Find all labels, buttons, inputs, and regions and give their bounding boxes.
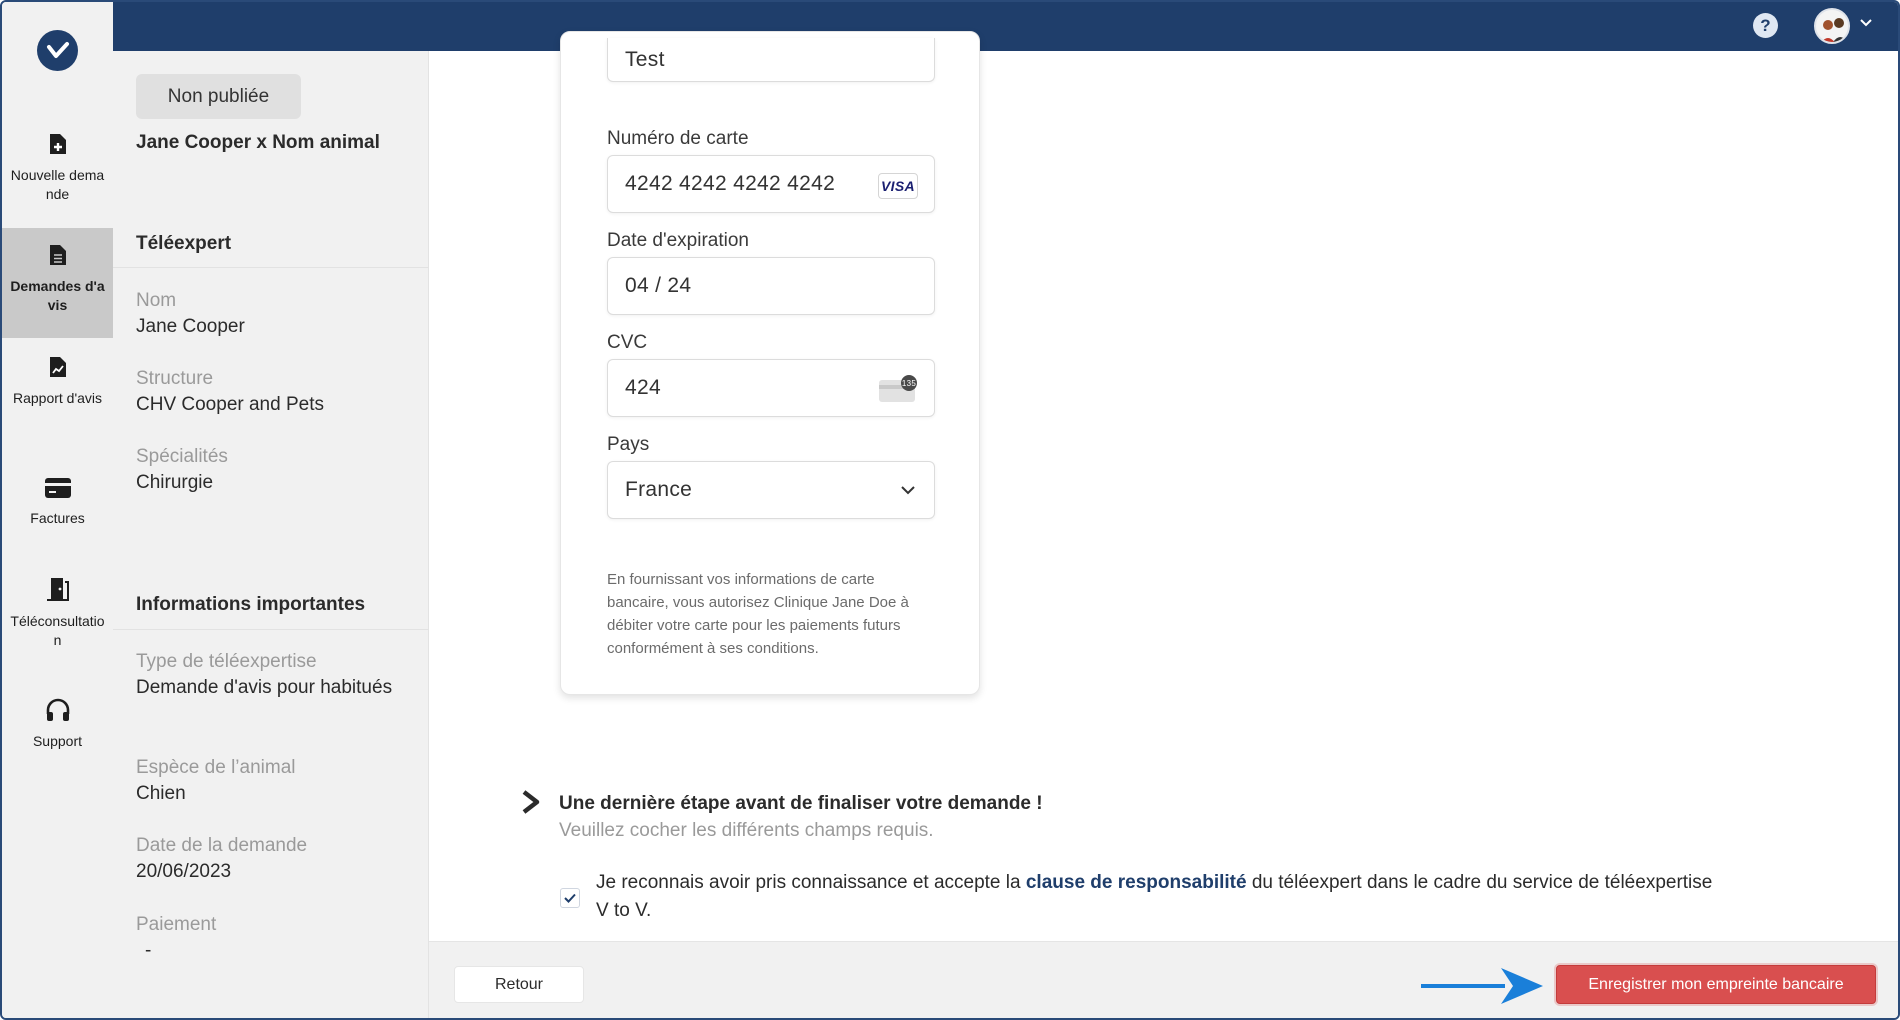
species-label: Espèce de l’animal — [136, 757, 296, 778]
arrow-right-icon — [1421, 968, 1543, 1004]
chevron-down-icon — [901, 486, 915, 495]
sidebar-item-label: Nouvelle demande — [10, 167, 105, 202]
report-icon — [49, 357, 66, 377]
specialties-label: Spécialités — [136, 446, 228, 467]
save-card-imprint-button[interactable]: Enregistrer mon empreinte bancaire — [1556, 965, 1876, 1004]
logo-v-icon — [46, 41, 69, 58]
document-icon — [49, 245, 66, 265]
important-info-heading: Informations importantes — [136, 594, 366, 615]
file-plus-icon — [49, 134, 66, 154]
checkmark-icon — [564, 893, 576, 903]
app-window: Nouvelle demande Demandes d'avis Rapport… — [0, 0, 1900, 1020]
chevron-down-icon[interactable] — [1859, 18, 1873, 28]
divider — [113, 629, 429, 630]
cvc-value: 424 — [625, 376, 661, 399]
consent-text-before: Je reconnais avoir pris connaissance et … — [596, 872, 1026, 893]
sidebar-item-label: Téléconsultation — [10, 613, 105, 648]
card-number-input[interactable]: 4242 4242 4242 4242 VISA — [607, 155, 935, 213]
cvc-label: CVC — [607, 332, 648, 353]
user-avatar-icon — [1821, 18, 1848, 42]
sidebar-item-support[interactable]: Support — [2, 698, 113, 751]
payment-label: Paiement — [136, 914, 217, 935]
sidebar-item-nouvelle-demande[interactable]: Nouvelle demande — [2, 132, 113, 204]
sidebar-nav: Nouvelle demande Demandes d'avis Rapport… — [2, 2, 113, 1018]
headphones-icon — [46, 698, 69, 721]
expiry-label: Date d'expiration — [607, 230, 749, 251]
type-label: Type de téléexpertise — [136, 651, 317, 672]
credit-card-icon — [44, 478, 71, 498]
help-icon[interactable]: ? — [1753, 13, 1778, 38]
status-badge: Non publiée — [136, 74, 301, 119]
sidebar-item-demandes-avis[interactable]: Demandes d'avis — [2, 228, 113, 338]
request-date-value: 20/06/2023 — [136, 861, 232, 882]
teleexpert-heading: Téléexpert — [136, 233, 232, 254]
payment-card-form: Test Numéro de carte 4242 4242 4242 4242… — [560, 31, 980, 695]
sidebar-item-label: Support — [32, 733, 83, 749]
expiry-input[interactable]: 04 / 24 — [607, 257, 935, 315]
request-info-panel: Non publiée Jane Cooper x Nom animal Tél… — [113, 51, 429, 1018]
species-value: Chien — [136, 783, 186, 804]
type-value: Demande d'avis pour habitués — [136, 677, 393, 698]
divider — [113, 267, 429, 268]
name-label: Nom — [136, 290, 177, 311]
structure-value: CHV Cooper and Pets — [136, 394, 324, 415]
case-title: Jane Cooper x Nom animal — [136, 132, 380, 153]
sidebar-item-teleconsultation[interactable]: Téléconsultation — [2, 576, 113, 650]
main-content: Test Numéro de carte 4242 4242 4242 4242… — [429, 31, 1898, 941]
sidebar-item-label: Demandes d'avis — [10, 278, 105, 313]
sidebar-item-factures[interactable]: Factures — [2, 477, 113, 528]
expiry-value: 04 / 24 — [625, 274, 692, 297]
sidebar-item-rapport-avis[interactable]: Rapport d'avis — [2, 355, 113, 408]
name-value: Jane Cooper — [136, 316, 245, 337]
structure-label: Structure — [136, 368, 214, 389]
sidebar-item-label: Factures — [30, 510, 85, 526]
card-number-label: Numéro de carte — [607, 128, 749, 149]
cvc-card-icon: 135 — [878, 375, 918, 409]
cvc-icon-badge: 135 — [902, 379, 916, 388]
consent-text: Je reconnais avoir pris connaissance et … — [596, 869, 1716, 925]
chevron-right-icon — [522, 790, 540, 814]
payment-value: - — [145, 940, 152, 961]
footer-action-bar: Retour Enregistrer mon empreinte bancair… — [429, 941, 1898, 1018]
card-authorization-disclaimer: En fournissant vos informations de carte… — [607, 571, 909, 657]
avatar[interactable] — [1814, 8, 1850, 44]
cardholder-name-input[interactable]: Test — [607, 38, 935, 82]
request-date-label: Date de la demande — [136, 835, 308, 856]
app-logo[interactable] — [37, 30, 78, 71]
consent-checkbox[interactable] — [560, 888, 580, 908]
sidebar-item-label: Rapport d'avis — [12, 390, 103, 406]
top-bar: ? — [113, 2, 1898, 51]
country-select[interactable]: France — [607, 461, 935, 519]
cvc-input[interactable]: 424 135 — [607, 359, 935, 417]
final-step-subtitle: Veuillez cocher les différents champs re… — [559, 820, 934, 841]
specialties-value: Chirurgie — [136, 472, 214, 493]
final-step-title: Une dernière étape avant de finaliser vo… — [559, 793, 1043, 814]
country-label: Pays — [607, 434, 650, 455]
visa-icon: VISA — [878, 173, 918, 199]
card-number-value: 4242 4242 4242 4242 — [625, 172, 836, 195]
door-exit-icon — [46, 578, 69, 601]
liability-clause-link[interactable]: clause de responsabilité — [1026, 872, 1247, 893]
back-button[interactable]: Retour — [454, 966, 584, 1003]
country-value: France — [625, 478, 693, 501]
